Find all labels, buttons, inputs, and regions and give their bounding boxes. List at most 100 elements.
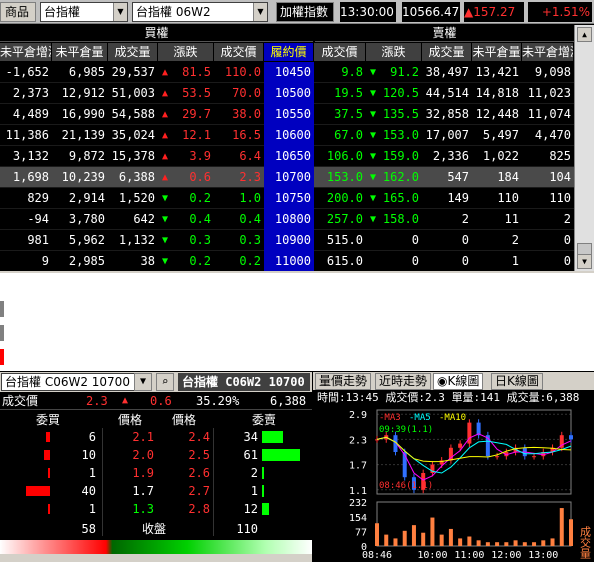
quote-select[interactable]: 台指權 C06W2 10700 <box>1 373 151 391</box>
table-row[interactable]: 11,386 21,139 35,024 ▲ 12.1 16.5 10600 67.0 ▼ 153… <box>0 125 574 146</box>
volume-bar <box>513 540 518 546</box>
table-row[interactable]: 2,373 12,912 51,003 ▲ 53.5 70.0 10500 19.5 ▼ 120.… <box>0 83 574 104</box>
table-cell: 38 <box>140 254 155 268</box>
volume-bar <box>495 542 500 546</box>
table-row[interactable]: 981 5,962 1,132 ▼ 0.3 0.3 10900 515.0 0 0 2 0 <box>0 230 574 251</box>
column-header[interactable]: 成交價 <box>214 43 264 61</box>
close-label: 收盤 <box>142 522 167 536</box>
y-tick-label: 1.1 <box>349 486 367 497</box>
product-button[interactable]: 商品 <box>0 2 36 22</box>
table-cell: 51,003 <box>111 86 155 100</box>
change-value: 153.0 <box>382 128 419 142</box>
change-value: 3.9 <box>189 149 211 163</box>
volume-bar <box>559 508 564 546</box>
scroll-down-icon[interactable]: ▼ <box>577 254 592 269</box>
column-header[interactable]: 未平倉量 <box>52 43 108 61</box>
bid-price: 1.7 <box>132 484 154 498</box>
ask-volume-bar <box>262 503 269 515</box>
change-value: 12.1 <box>182 128 211 142</box>
column-header[interactable]: 漲跌 <box>158 43 214 61</box>
table-row[interactable]: -1,652 6,985 29,537 ▲ 81.5 110.0 10450 9.8 ▼ 91.2… <box>0 62 574 83</box>
ask-qty: 1 <box>250 484 258 498</box>
table-row[interactable]: 9 2,985 38 ▼ 0.2 0.2 11000 615.0 0 0 1 0 <box>0 251 574 271</box>
volume-bar <box>550 538 555 546</box>
ask-qty: 61 <box>243 448 258 462</box>
strike-cell: 10750 <box>264 188 314 209</box>
column-header[interactable]: 成交量 <box>422 43 472 61</box>
volume-axis-label: 成交量 <box>579 526 592 559</box>
candle-body <box>532 456 537 458</box>
down-arrow-icon: ▼ <box>162 256 169 267</box>
table-cell: 11,074 <box>527 107 571 121</box>
column-header[interactable]: 未平倉增減 <box>522 43 574 61</box>
chevron-down-icon[interactable]: ▼ <box>134 373 152 391</box>
strike-cell: 11000 <box>264 251 314 271</box>
table-scrollbar[interactable]: ▲ ▼ <box>574 25 594 271</box>
column-header[interactable]: 未平倉增減 <box>0 43 52 61</box>
table-cell: 1,520 <box>118 191 155 205</box>
index-time: 13:30:00 <box>340 2 396 22</box>
table-cell: 200.0 <box>326 191 363 205</box>
candle-body <box>495 456 500 458</box>
table-cell: 1,132 <box>118 233 155 247</box>
radio-icon: ◉ <box>437 374 448 388</box>
down-arrow-icon: ▼ <box>370 67 377 78</box>
table-row[interactable]: -94 3,780 642 ▼ 0.4 0.4 10800 257.0 ▼ 158.0 2 11 2 <box>0 209 574 230</box>
column-header[interactable]: 未平倉量 <box>472 43 522 61</box>
volume-bar <box>532 542 537 546</box>
table-cell: ▼ 165.0 <box>366 188 422 209</box>
bid-qty: 1 <box>88 466 96 480</box>
kline-chart[interactable]: 2.92.31.71.1232154770-MA3 -MA5 -MA1009:39(… <box>313 406 594 562</box>
table-cell: 54,588 <box>111 107 155 121</box>
change-value: 0.4 <box>189 212 211 226</box>
chevron-down-icon[interactable]: ▼ <box>113 3 127 21</box>
up-arrow-icon: ▲ <box>122 395 129 406</box>
up-arrow-icon: ▲ <box>162 109 169 120</box>
chevron-down-icon[interactable]: ▼ <box>253 3 267 21</box>
column-header-strike[interactable]: 履約價 <box>264 43 314 61</box>
change-value: 91.2 <box>390 65 419 79</box>
index-change-pct: +1.51% <box>528 2 592 22</box>
table-row[interactable]: 4,489 16,990 54,588 ▲ 29.7 38.0 10550 37.5 ▼ 135.… <box>0 104 574 125</box>
table-cell: 15,378 <box>111 149 155 163</box>
table-cell: ▲ 0.6 <box>158 167 214 188</box>
volume-bar <box>421 532 426 546</box>
table-cell: 110.0 <box>224 65 261 79</box>
table-row[interactable]: 3,132 9,872 15,378 ▲ 3.9 6.4 10650 106.0 ▼ 159.0 2… <box>0 146 574 167</box>
table-cell: 38.0 <box>232 107 261 121</box>
table-cell: ▼ 0.2 <box>158 251 214 271</box>
tab-recent[interactable]: 近時走勢 <box>375 373 432 390</box>
tab-kline[interactable]: ◉K線圖 <box>433 373 484 390</box>
scroll-up-icon[interactable]: ▲ <box>577 27 592 42</box>
product-select[interactable]: 台指權 ▼ <box>40 2 128 22</box>
table-row[interactable]: 1,698 10,239 6,388 ▲ 0.6 2.3 10700 153.0 ▼ 162.0 5… <box>0 167 574 188</box>
put-header: 賣權 <box>315 25 574 42</box>
table-cell: ▲ 29.7 <box>158 104 214 125</box>
column-header[interactable]: 成交量 <box>108 43 158 61</box>
column-header[interactable]: 漲跌 <box>366 43 422 61</box>
tab-daily-kline[interactable]: 日K線圖 <box>491 373 543 390</box>
index-change: ▲157.27 <box>464 2 524 22</box>
table-cell: 825 <box>549 149 571 163</box>
search-icon[interactable]: ⌕ <box>156 373 174 391</box>
table-row[interactable]: 829 2,914 1,520 ▼ 0.2 1.0 10750 200.0 ▼ 165.0 149 1… <box>0 188 574 209</box>
ask-volume-bar <box>262 485 264 497</box>
column-header[interactable]: 成交價 <box>314 43 366 61</box>
order-book-total: 58 收盤 110 <box>0 520 312 538</box>
contract-select[interactable]: 台指權 06W2 ▼ <box>132 2 268 22</box>
tab-volume-price[interactable]: 量價走勢 <box>315 373 372 390</box>
volume-bar <box>476 540 481 546</box>
table-cell: 38,497 <box>425 65 469 79</box>
change-value: 0.2 <box>189 191 211 205</box>
table-cell: 0.3 <box>239 233 261 247</box>
volume-bar <box>541 540 546 546</box>
table-cell: ▼ 162.0 <box>366 167 422 188</box>
table-cell: 21,139 <box>61 128 105 142</box>
volume-value: 6,388 <box>270 394 307 408</box>
y-tick-label: 2.9 <box>349 410 367 421</box>
order-book-row[interactable]: 1 1.9 2.6 2 <box>0 464 312 482</box>
volume-bar <box>467 536 472 546</box>
last-price: 2.3 <box>86 394 108 408</box>
change-value: 165.0 <box>382 191 419 205</box>
volume-bar <box>439 534 444 546</box>
